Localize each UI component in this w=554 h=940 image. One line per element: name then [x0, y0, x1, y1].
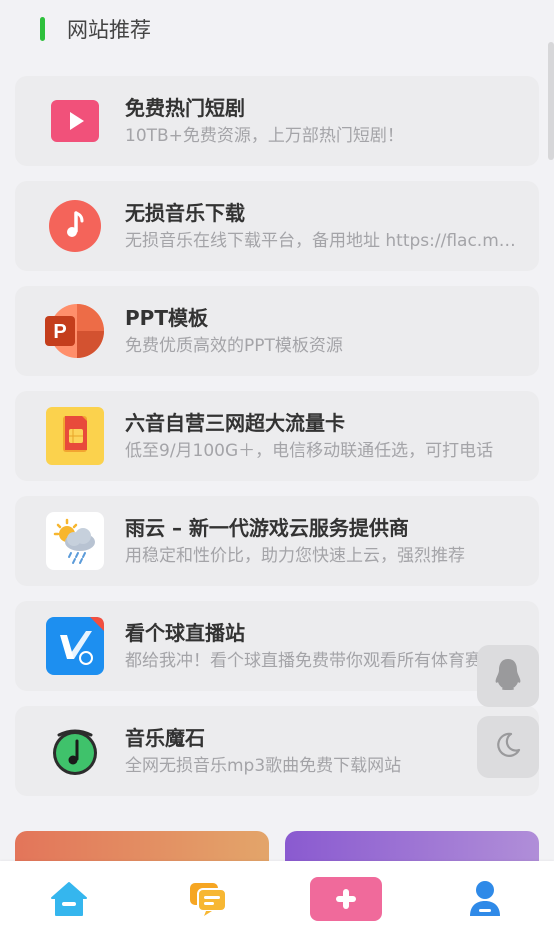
- card-description: 低至9/月100G＋，电信移动联通任选，可打电话: [125, 441, 494, 461]
- website-card-ppt-template[interactable]: P PPT模板 免费优质高效的PPT模板资源: [15, 286, 539, 376]
- card-title: 雨云 – 新一代游戏云服务提供商: [125, 516, 409, 540]
- section-title: 网站推荐: [67, 18, 151, 42]
- tab-messages[interactable]: [139, 861, 278, 940]
- tab-profile[interactable]: [416, 861, 554, 940]
- plus-icon: [310, 876, 383, 925]
- card-title: PPT模板: [125, 306, 208, 330]
- sim-card-icon: [45, 406, 105, 466]
- tab-create[interactable]: [277, 861, 416, 940]
- website-card-short-drama[interactable]: 免费热门短剧 10TB+免费资源，上万部热门短剧！: [15, 76, 539, 166]
- user-icon: [468, 880, 502, 922]
- card-description: 全网无损音乐mp3歌曲免费下载网站: [125, 756, 402, 776]
- card-title: 六音自营三网超大流量卡: [125, 411, 345, 435]
- website-list: 免费热门短剧 10TB+免费资源，上万部热门短剧！ 无损音乐下载 无损音乐在线下…: [15, 76, 539, 811]
- powerpoint-icon: P: [45, 301, 105, 361]
- moon-icon: [494, 731, 522, 763]
- card-description: 都给我冲！看个球直播免费带你观看所有体育赛事: [125, 651, 499, 671]
- card-title: 音乐魔石: [125, 726, 205, 750]
- card-title: 无损音乐下载: [125, 201, 245, 225]
- card-description: 免费优质高效的PPT模板资源: [125, 336, 343, 356]
- qq-contact-button[interactable]: [477, 645, 539, 707]
- website-card-music-stone[interactable]: 音乐魔石 全网无损音乐mp3歌曲免费下载网站: [15, 706, 539, 796]
- sports-live-icon: [45, 616, 105, 676]
- home-icon: [50, 881, 88, 921]
- website-card-sports-live[interactable]: 看个球直播站 都给我冲！看个球直播免费带你观看所有体育赛事: [15, 601, 539, 691]
- weather-cloud-icon: [45, 511, 105, 571]
- card-title: 免费热门短剧: [125, 96, 245, 120]
- website-card-data-sim[interactable]: 六音自营三网超大流量卡 低至9/月100G＋，电信移动联通任选，可打电话: [15, 391, 539, 481]
- chat-icon: [188, 881, 228, 921]
- qq-penguin-icon: [494, 658, 522, 694]
- music-note-icon: [45, 196, 105, 256]
- tab-home[interactable]: [0, 861, 139, 940]
- music-disc-icon: [45, 721, 105, 781]
- section-accent-bar: [40, 17, 45, 41]
- card-description: 无损音乐在线下载平台，备用地址 https://flac.music.hi.cn: [125, 231, 519, 251]
- scrollbar[interactable]: [548, 42, 554, 160]
- card-title: 看个球直播站: [125, 621, 245, 645]
- card-description: 用稳定和性价比，助力您快速上云，强烈推荐: [125, 546, 465, 566]
- website-card-rainyun[interactable]: 雨云 – 新一代游戏云服务提供商 用稳定和性价比，助力您快速上云，强烈推荐: [15, 496, 539, 586]
- card-description: 10TB+免费资源，上万部热门短剧！: [125, 126, 404, 146]
- svg-text:P: P: [53, 321, 66, 343]
- section-header: 网站推荐: [0, 0, 554, 58]
- website-card-lossless-music[interactable]: 无损音乐下载 无损音乐在线下载平台，备用地址 https://flac.musi…: [15, 181, 539, 271]
- video-play-icon: [45, 91, 105, 151]
- bottom-tab-bar: [0, 861, 554, 940]
- dark-mode-toggle[interactable]: [477, 716, 539, 778]
